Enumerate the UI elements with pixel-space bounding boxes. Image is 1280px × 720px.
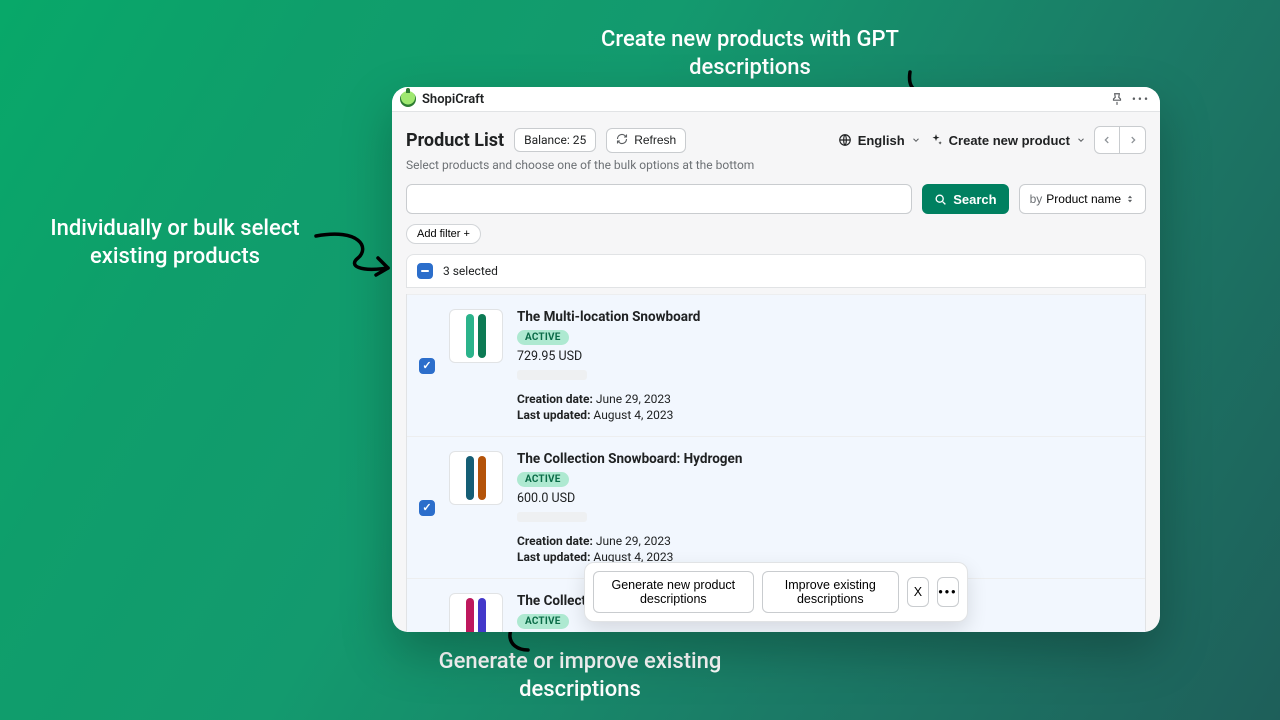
prev-page-button[interactable] (1094, 126, 1120, 154)
create-label: Create new product (949, 133, 1070, 148)
annotation-left: Individually or bulk select existing pro… (25, 215, 325, 270)
app-logo-icon (400, 91, 416, 107)
row-checkbox[interactable] (419, 500, 435, 516)
search-input[interactable] (406, 184, 912, 214)
language-label: English (858, 133, 905, 148)
toolbar: Search by Product name Add filter + (392, 178, 1160, 244)
product-updated: Last updated: August 4, 2023 (517, 408, 1133, 422)
search-icon (934, 193, 947, 206)
product-price: 729.95 USD (517, 349, 1133, 364)
annotation-top: Create new products with GPT description… (560, 26, 940, 81)
search-label: Search (953, 192, 996, 207)
search-button[interactable]: Search (922, 184, 1008, 214)
product-row[interactable]: The Multi-location Snowboard ACTIVE 729.… (407, 294, 1145, 436)
product-row[interactable]: The Collection Snowboard: Hydrogen ACTIV… (407, 436, 1145, 578)
row-checkbox[interactable] (419, 358, 435, 374)
placeholder-line (517, 512, 587, 522)
next-page-button[interactable] (1120, 126, 1146, 154)
sort-value: Product name (1046, 192, 1121, 206)
titlebar: ShopiCraft ••• (392, 87, 1160, 112)
more-icon[interactable]: ••• (1132, 92, 1150, 106)
page-subtitle: Select products and choose one of the bu… (406, 158, 1146, 172)
status-badge: ACTIVE (517, 472, 569, 487)
chevron-down-icon (1076, 135, 1086, 145)
sparkle-icon (929, 133, 943, 147)
sort-icon (1125, 193, 1135, 205)
annotation-bottom: Generate or improve existing description… (405, 648, 755, 703)
refresh-button[interactable]: Refresh (606, 128, 686, 153)
balance-chip: Balance: 25 (514, 128, 596, 152)
product-thumbnail (449, 593, 503, 632)
sort-prefix: by (1030, 192, 1043, 206)
status-badge: ACTIVE (517, 330, 569, 345)
improve-descriptions-button[interactable]: Improve existing descriptions (762, 571, 899, 613)
add-filter-button[interactable]: Add filter + (406, 224, 481, 244)
sort-button[interactable]: by Product name (1019, 184, 1146, 214)
more-actions-button[interactable]: ••• (937, 577, 959, 607)
globe-icon (838, 133, 852, 147)
product-thumbnail (449, 309, 503, 363)
page-title: Product List (406, 130, 504, 151)
pager (1094, 126, 1146, 154)
product-title: The Collection Snowboard: Hydrogen (517, 451, 1133, 467)
header: Product List Balance: 25 Refresh English (392, 112, 1160, 178)
product-created: Creation date: June 29, 2023 (517, 392, 1133, 406)
select-all-checkbox[interactable] (417, 263, 433, 279)
pin-icon[interactable] (1110, 92, 1124, 106)
app-window: ShopiCraft ••• Product List Balance: 25 … (392, 87, 1160, 632)
dismiss-button[interactable]: X (907, 577, 929, 607)
status-badge: ACTIVE (517, 614, 569, 629)
refresh-label: Refresh (634, 133, 676, 147)
generate-descriptions-button[interactable]: Generate new product descriptions (593, 571, 754, 613)
selection-bar: 3 selected (406, 254, 1146, 288)
more-icon: ••• (938, 585, 957, 599)
create-product-button[interactable]: Create new product (929, 133, 1086, 148)
language-select[interactable]: English (838, 133, 921, 148)
placeholder-line (517, 370, 587, 380)
chevron-down-icon (911, 135, 921, 145)
app-name: ShopiCraft (422, 92, 484, 107)
product-thumbnail (449, 451, 503, 505)
bulk-action-bar: Generate new product descriptions Improv… (584, 562, 968, 622)
refresh-icon (616, 133, 628, 148)
product-title: The Multi-location Snowboard (517, 309, 1133, 325)
product-price: 600.0 USD (517, 491, 1133, 506)
product-created: Creation date: June 29, 2023 (517, 534, 1133, 548)
selection-count: 3 selected (443, 264, 498, 278)
